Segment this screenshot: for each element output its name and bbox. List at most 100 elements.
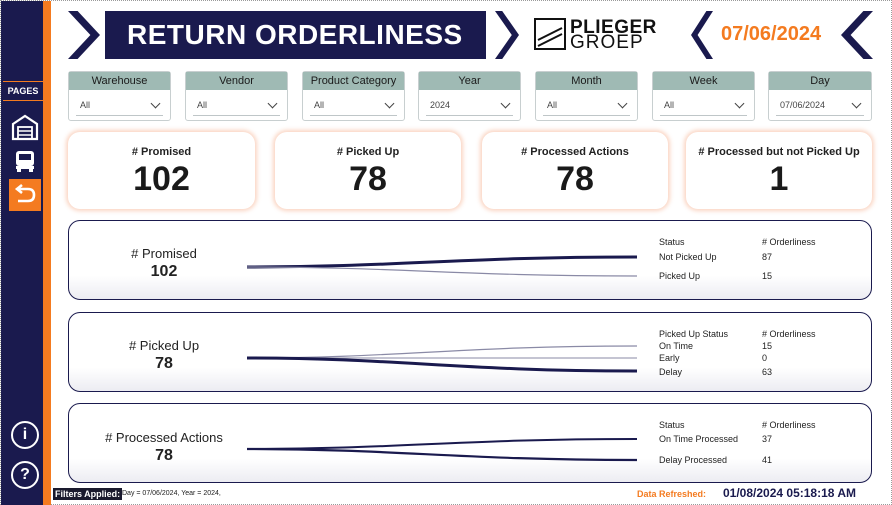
kpi-label: # Processed but not Picked Up	[698, 146, 860, 158]
help-button[interactable]: ?	[11, 461, 39, 489]
chevron-down-icon	[851, 98, 862, 109]
flow-line-not-picked-up	[246, 255, 638, 269]
status-row-label: Not Picked Up	[659, 252, 717, 262]
count-header: # Orderliness	[762, 237, 816, 247]
filters-applied-text: Day = 07/06/2024, Year = 2024,	[122, 490, 221, 497]
nav-accent-stripe	[43, 1, 51, 505]
product-category-dropdown[interactable]: All	[310, 94, 397, 116]
status-row-count: 41	[762, 455, 773, 465]
truck-icon	[16, 151, 34, 172]
kpi-label: # Picked Up	[336, 146, 400, 158]
chevron-right-icon	[495, 11, 519, 59]
count-header: # Orderliness	[762, 420, 816, 430]
warehouse-dropdown[interactable]: All	[76, 94, 163, 116]
chevron-down-icon	[500, 98, 511, 109]
kpi-card-processed-not-picked-up: # Processed but not Picked Up 1	[686, 132, 872, 209]
status-row-count: 15	[762, 341, 773, 351]
slicer-title: Year	[419, 72, 520, 90]
status-row-count: 0	[762, 353, 768, 363]
year-dropdown[interactable]: 2024	[426, 94, 513, 116]
month-slicer[interactable]: Month All	[535, 71, 638, 121]
slicer-title: Day	[769, 72, 871, 90]
kpi-value: 102	[133, 160, 190, 198]
chevron-down-icon	[150, 98, 161, 109]
kpi-card-processed-actions: # Processed Actions 78	[482, 132, 668, 209]
warehouse-icon	[11, 114, 39, 141]
kpi-label: # Processed Actions	[521, 146, 629, 158]
pages-label: PAGES	[3, 81, 43, 101]
kpi-value: 78	[556, 160, 594, 198]
warehouse-page-button[interactable]	[9, 111, 41, 143]
status-header: Status	[659, 420, 685, 430]
picked-up-decomposition-panel: # Picked Up 78 Picked Up Status # Orderl…	[68, 312, 872, 392]
plieger-logo: PLIEGER GROEP	[534, 17, 674, 53]
status-row-label: Delay Processed	[659, 455, 728, 465]
slicer-title: Warehouse	[69, 72, 170, 90]
slicer-value: All	[547, 100, 558, 110]
kpi-label: # Promised	[131, 146, 192, 158]
slicer-value: All	[664, 100, 675, 110]
flow-line-delay-processed	[246, 447, 638, 462]
slicer-title: Vendor	[186, 72, 287, 90]
vendor-dropdown[interactable]: All	[193, 94, 280, 116]
vendor-slicer[interactable]: Vendor All	[185, 71, 288, 121]
page-title: RETURN ORDERLINESS	[105, 11, 486, 59]
chevron-left-icon	[841, 11, 873, 59]
kpi-value: 1	[769, 160, 789, 198]
slicer-title: Week	[653, 72, 754, 90]
kpi-card-picked-up: # Picked Up 78	[275, 132, 461, 209]
chevron-down-icon	[384, 98, 395, 109]
status-header: Status	[659, 237, 685, 247]
promised-flow-lines	[246, 255, 638, 277]
status-row-count: 63	[762, 367, 773, 377]
status-row-count: 15	[762, 271, 773, 281]
kpi-card-promised: # Promised 102	[68, 132, 255, 209]
status-row-label: On Time	[659, 341, 694, 351]
flow-line-on-time-processed	[246, 438, 638, 450]
day-slicer[interactable]: Day 07/06/2024	[768, 71, 872, 121]
picked-up-flow-lines	[246, 345, 638, 373]
truck-page-button[interactable]	[9, 145, 41, 177]
product-category-slicer[interactable]: Product Category All	[302, 71, 405, 121]
slicer-value: All	[80, 100, 91, 110]
report-page: PAGES i ? RETURN ORDERLINESS PLIEGER GRO…	[0, 0, 892, 505]
flow-line-picked-up	[246, 266, 638, 277]
kpi-value: 78	[349, 160, 387, 198]
status-row-label: Picked Up	[659, 271, 701, 281]
left-navigation: PAGES i ?	[1, 1, 51, 505]
status-row-count: 87	[762, 252, 773, 262]
status-header: Picked Up Status	[659, 329, 729, 339]
count-header: # Orderliness	[762, 329, 816, 339]
filters-applied-label: Filters Applied:	[53, 488, 123, 500]
flow-line-on-time	[246, 345, 638, 359]
info-button[interactable]: i	[11, 421, 39, 449]
slicer-value: 2024	[430, 100, 451, 110]
slicer-value: All	[314, 100, 325, 110]
data-refreshed-label: Data Refreshed:	[637, 489, 707, 499]
return-arrow-icon	[14, 183, 36, 203]
week-dropdown[interactable]: All	[660, 94, 747, 116]
chevron-left-icon	[691, 11, 713, 59]
logo-mark-icon	[534, 18, 566, 50]
status-row-label: On Time Processed	[659, 434, 739, 444]
slicer-value: 07/06/2024	[780, 100, 826, 110]
flow-line-delay	[246, 356, 638, 373]
status-row-label: Delay	[659, 367, 683, 377]
warehouse-slicer[interactable]: Warehouse All	[68, 71, 171, 121]
status-row-label: Early	[659, 353, 680, 363]
processed-flow-lines	[246, 438, 638, 462]
logo-text-line2: GROEP	[570, 32, 644, 53]
month-dropdown[interactable]: All	[543, 94, 630, 116]
slicer-title: Product Category	[303, 72, 404, 90]
week-slicer[interactable]: Week All	[652, 71, 755, 121]
year-slicer[interactable]: Year 2024	[418, 71, 521, 121]
return-page-button[interactable]	[9, 179, 41, 211]
chevron-down-icon	[734, 98, 745, 109]
data-refreshed-value: 01/08/2024 05:18:18 AM	[723, 486, 856, 500]
day-dropdown[interactable]: 07/06/2024	[776, 94, 864, 116]
slicer-value: All	[197, 100, 208, 110]
processed-actions-decomposition-panel: # Processed Actions 78 Status # Orderlin…	[68, 403, 872, 483]
promised-decomposition-panel: # Promised 102 Status # Orderliness Not …	[68, 220, 872, 300]
chevron-down-icon	[617, 98, 628, 109]
status-row-count: 37	[762, 434, 773, 444]
